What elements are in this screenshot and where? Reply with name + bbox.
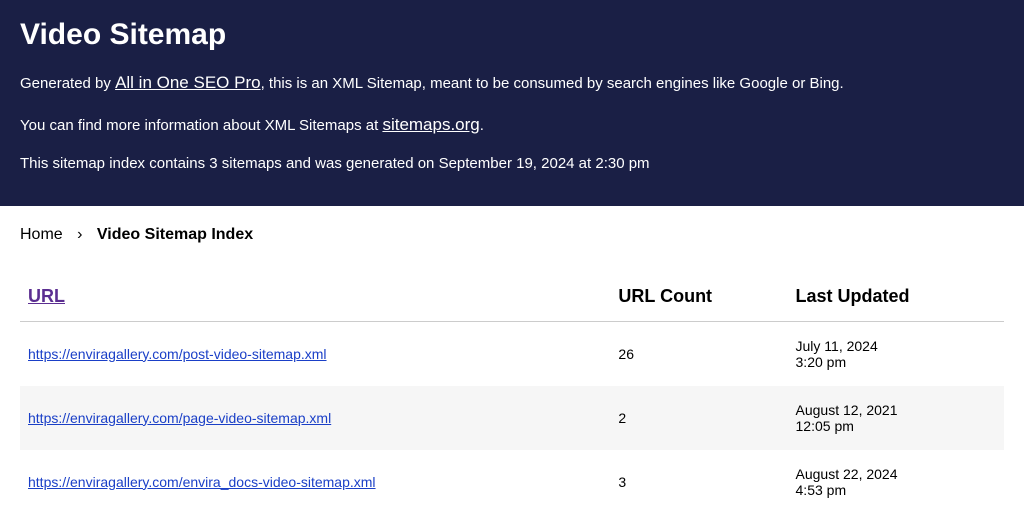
updated-time: 3:20 pm <box>796 354 994 370</box>
updated-time: 12:05 pm <box>796 418 994 434</box>
column-header-url[interactable]: URL <box>20 268 610 322</box>
cell-count: 2 <box>610 386 787 450</box>
text-prefix-2: You can find more information about XML … <box>20 117 382 134</box>
breadcrumb-separator: › <box>77 226 82 243</box>
page-title: Video Sitemap <box>20 18 1004 52</box>
table-row: https://enviragallery.com/post-video-sit… <box>20 321 1004 386</box>
updated-date: August 22, 2024 <box>796 466 994 482</box>
sitemap-table-wrap: URL URL Count Last Updated https://envir… <box>0 268 1024 514</box>
text-prefix-1: Generated by <box>20 75 115 92</box>
page-header: Video Sitemap Generated by All in One SE… <box>0 0 1024 206</box>
cell-count: 26 <box>610 321 787 386</box>
breadcrumb: Home › Video Sitemap Index <box>0 206 1024 268</box>
url-sort-link[interactable]: URL <box>28 286 65 306</box>
updated-date: August 12, 2021 <box>796 402 994 418</box>
cell-updated: August 12, 2021 12:05 pm <box>788 386 1004 450</box>
cell-url: https://enviragallery.com/post-video-sit… <box>20 321 610 386</box>
text-suffix-2: . <box>480 117 484 134</box>
header-description-1: Generated by All in One SEO Pro, this is… <box>20 70 1004 96</box>
breadcrumb-home[interactable]: Home <box>20 226 63 243</box>
sitemap-link[interactable]: https://enviragallery.com/page-video-sit… <box>28 410 331 426</box>
updated-date: July 11, 2024 <box>796 338 994 354</box>
generator-link[interactable]: All in One SEO Pro <box>115 73 261 92</box>
column-header-count: URL Count <box>610 268 787 322</box>
sitemap-link[interactable]: https://enviragallery.com/post-video-sit… <box>28 346 327 362</box>
table-header-row: URL URL Count Last Updated <box>20 268 1004 322</box>
text-suffix-1: , this is an XML Sitemap, meant to be co… <box>261 75 844 92</box>
updated-time: 4:53 pm <box>796 482 994 498</box>
header-description-2: You can find more information about XML … <box>20 112 1004 138</box>
header-description-3: This sitemap index contains 3 sitemaps a… <box>20 153 1004 176</box>
table-row: https://enviragallery.com/page-video-sit… <box>20 386 1004 450</box>
column-header-updated: Last Updated <box>788 268 1004 322</box>
sitemap-table: URL URL Count Last Updated https://envir… <box>20 268 1004 514</box>
breadcrumb-current: Video Sitemap Index <box>97 226 253 243</box>
cell-updated: July 11, 2024 3:20 pm <box>788 321 1004 386</box>
cell-url: https://enviragallery.com/page-video-sit… <box>20 386 610 450</box>
sitemap-link[interactable]: https://enviragallery.com/envira_docs-vi… <box>28 474 376 490</box>
sitemaps-link[interactable]: sitemaps.org <box>382 115 479 134</box>
